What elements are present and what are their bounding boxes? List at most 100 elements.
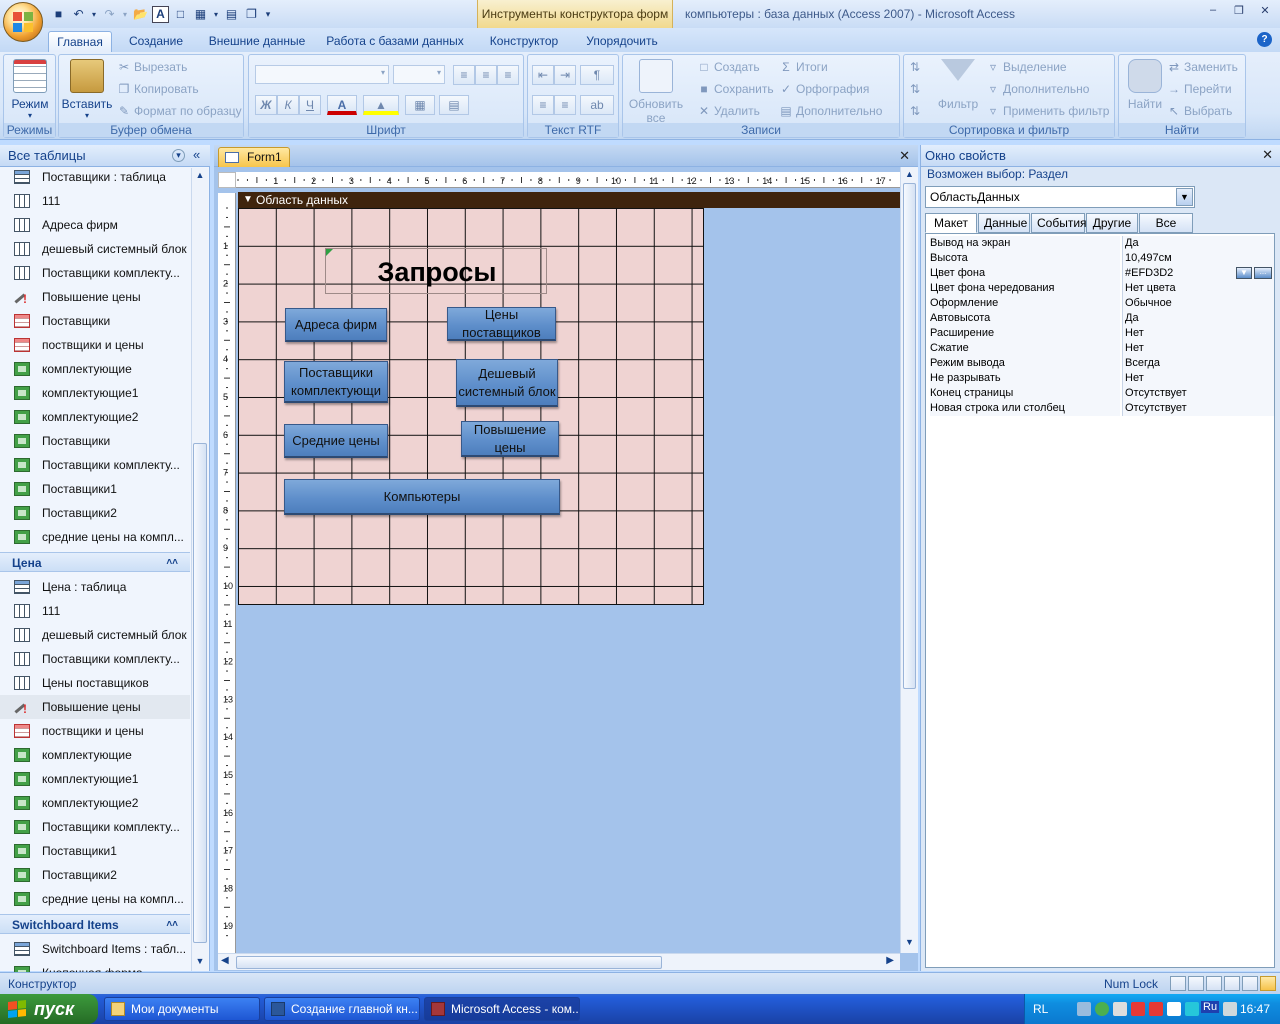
button-firm-addresses[interactable]: Адреса фирм xyxy=(285,308,387,342)
selection-button[interactable]: ▿ Выделение xyxy=(986,58,1067,76)
language-indicator[interactable]: RL xyxy=(1033,1002,1048,1016)
tray-app-2-icon[interactable] xyxy=(1149,1002,1163,1016)
copy-icon[interactable]: ❐ xyxy=(243,6,260,23)
redo-dropdown-icon[interactable]: ▾ xyxy=(121,6,129,23)
property-value[interactable]: Обычное xyxy=(1122,296,1274,311)
button-component-suppliers[interactable]: Поставщики комплектующи xyxy=(284,361,388,403)
property-value[interactable]: 10,497см xyxy=(1122,251,1274,266)
tab-database-tools[interactable]: Работа с базами данных xyxy=(324,31,466,52)
doc-vertical-scroll-thumb[interactable] xyxy=(903,183,916,689)
antivirus-icon[interactable] xyxy=(1095,1002,1109,1016)
table-style-icon[interactable]: ▤ xyxy=(439,95,469,115)
fill-color-icon[interactable]: ▲ xyxy=(363,95,399,115)
decrease-indent-icon[interactable]: ⇤ xyxy=(532,65,554,85)
document-horizontal-scrollbar[interactable]: ◀ ▶ xyxy=(218,953,900,970)
form-view-icon[interactable] xyxy=(1170,976,1186,991)
property-row[interactable]: Расширение Нет xyxy=(928,326,1274,341)
property-value[interactable]: Нет xyxy=(1122,371,1274,386)
font-color-button[interactable]: A xyxy=(327,95,357,115)
bold-button[interactable]: Ж xyxy=(255,95,277,115)
doc-scroll-down-icon[interactable]: ▼ xyxy=(903,937,916,947)
select-button[interactable]: ↖ Выбрать xyxy=(1167,102,1232,120)
property-row[interactable]: Высота 10,497см xyxy=(928,251,1274,266)
clear-sort-icon[interactable]: ⇅ xyxy=(908,102,925,120)
collapse-chevron-icon[interactable]: ˄˄ xyxy=(166,915,178,935)
property-row[interactable]: Оформление Обычное xyxy=(928,296,1274,311)
tab-arrange[interactable]: Упорядочить xyxy=(578,31,666,52)
property-value[interactable]: Отсутствует xyxy=(1122,401,1274,416)
title-label-control[interactable]: Запросы xyxy=(325,248,547,294)
nav-item[interactable]: Поставщики комплекту... xyxy=(0,815,190,839)
property-value[interactable]: Нет цвета xyxy=(1122,281,1274,296)
property-row[interactable]: Новая строка или столбец Отсутствует xyxy=(928,401,1274,416)
doc-scroll-up-icon[interactable]: ▲ xyxy=(903,169,916,179)
save-icon[interactable]: ■ xyxy=(50,6,67,23)
nav-item[interactable]: Повышение цены xyxy=(0,695,190,719)
nav-item[interactable]: 111 xyxy=(0,189,190,213)
property-value[interactable]: Нет xyxy=(1122,341,1274,356)
button-average-prices[interactable]: Средние цены xyxy=(284,424,388,458)
underline-button[interactable]: Ч xyxy=(299,95,321,115)
nav-item[interactable]: комплектующие xyxy=(0,743,190,767)
property-row[interactable]: Цвет фона #EFD3D2 ▼... xyxy=(928,266,1274,281)
nav-item[interactable]: комплектующие xyxy=(0,357,190,381)
tray-app-5-icon[interactable] xyxy=(1223,1002,1237,1016)
object-selector-dropdown-icon[interactable]: ▼ xyxy=(1176,188,1193,206)
nav-title[interactable]: Все таблицы xyxy=(8,148,86,163)
tray-app-3-icon[interactable] xyxy=(1167,1002,1181,1016)
font-size-combo[interactable]: ▾ xyxy=(393,65,445,84)
property-value[interactable]: #EFD3D2 ▼... xyxy=(1122,266,1274,281)
ptab-layout[interactable]: Макет xyxy=(925,213,977,233)
taskbar-item-my-documents[interactable]: Мои документы xyxy=(104,997,260,1021)
doc-horizontal-scroll-thumb[interactable] xyxy=(236,956,662,969)
nav-item[interactable]: Поставщики1 xyxy=(0,839,190,863)
nav-scroll-up-icon[interactable]: ▲ xyxy=(193,170,207,180)
goto-button[interactable]: → Перейти xyxy=(1167,80,1232,98)
nav-item[interactable]: дешевый системный блок xyxy=(0,237,190,261)
start-button[interactable]: пуск xyxy=(0,994,98,1024)
open-icon[interactable]: 📂 xyxy=(132,6,149,23)
object-selector[interactable]: ОбластьДанных ▼ xyxy=(925,186,1195,208)
taskbar-item-access[interactable]: Microsoft Access - ком... xyxy=(424,997,580,1021)
customize-qat-icon[interactable]: ▾ xyxy=(263,6,273,23)
save-record-button[interactable]: ■ Сохранить xyxy=(697,80,773,98)
tray-app-icon[interactable] xyxy=(1131,1002,1145,1016)
tab-create[interactable]: Создание xyxy=(122,31,190,52)
ptab-other[interactable]: Другие xyxy=(1086,213,1138,233)
nav-item[interactable]: дешевый системный блок xyxy=(0,623,190,647)
view-button[interactable]: Режим ▾ xyxy=(6,59,54,120)
nav-item[interactable]: Поставщики1 xyxy=(0,477,190,501)
nav-item[interactable]: Поставщики xyxy=(0,309,190,333)
tab-home[interactable]: Главная xyxy=(48,31,112,52)
nav-item[interactable]: 111 xyxy=(0,599,190,623)
restore-icon[interactable]: ❐ xyxy=(1230,4,1248,20)
new-record-button[interactable]: □ Создать xyxy=(697,58,759,76)
align-left-icon[interactable]: ≡ xyxy=(453,65,475,85)
format-painter-button[interactable]: ✎ Формат по образцу xyxy=(117,102,242,120)
records-more-button[interactable]: ▤ Дополнительно xyxy=(779,102,882,120)
ptab-events[interactable]: События xyxy=(1031,213,1087,233)
property-row[interactable]: Конец страницы Отсутствует xyxy=(928,386,1274,401)
pivot-chart-view-icon[interactable] xyxy=(1224,976,1240,991)
nav-item[interactable]: средние цены на компл... xyxy=(0,887,190,911)
sort-desc-icon[interactable]: ⇅ xyxy=(908,80,925,98)
button-cheap-system-unit[interactable]: Дешевый системный блок xyxy=(456,359,558,407)
property-value[interactable]: Да xyxy=(1122,311,1274,326)
property-sheet-close-icon[interactable]: ✕ xyxy=(1262,147,1273,163)
nav-scrollbar[interactable]: ▲ ▼ xyxy=(191,168,208,971)
refresh-all-button[interactable]: Обновить все xyxy=(625,59,687,125)
image-dropdown-icon[interactable]: ▾ xyxy=(212,6,220,23)
pivot-table-view-icon[interactable] xyxy=(1206,976,1222,991)
form-selector[interactable] xyxy=(218,172,236,188)
nav-item[interactable]: комплектующие2 xyxy=(0,791,190,815)
shutter-close-icon[interactable]: « xyxy=(193,147,200,162)
button-supplier-prices[interactable]: Цены поставщиков xyxy=(447,307,556,341)
align-center-icon[interactable]: ≡ xyxy=(475,65,497,85)
nav-item[interactable]: комплектующие1 xyxy=(0,381,190,405)
doc-scroll-right-icon[interactable]: ▶ xyxy=(886,955,894,966)
property-row[interactable]: Не разрывать Нет xyxy=(928,371,1274,386)
property-row[interactable]: Автовысота Да xyxy=(928,311,1274,326)
nav-item[interactable]: поствщики и цены xyxy=(0,333,190,357)
close-icon[interactable]: ✕ xyxy=(1256,4,1274,20)
property-value[interactable]: Нет xyxy=(1122,326,1274,341)
